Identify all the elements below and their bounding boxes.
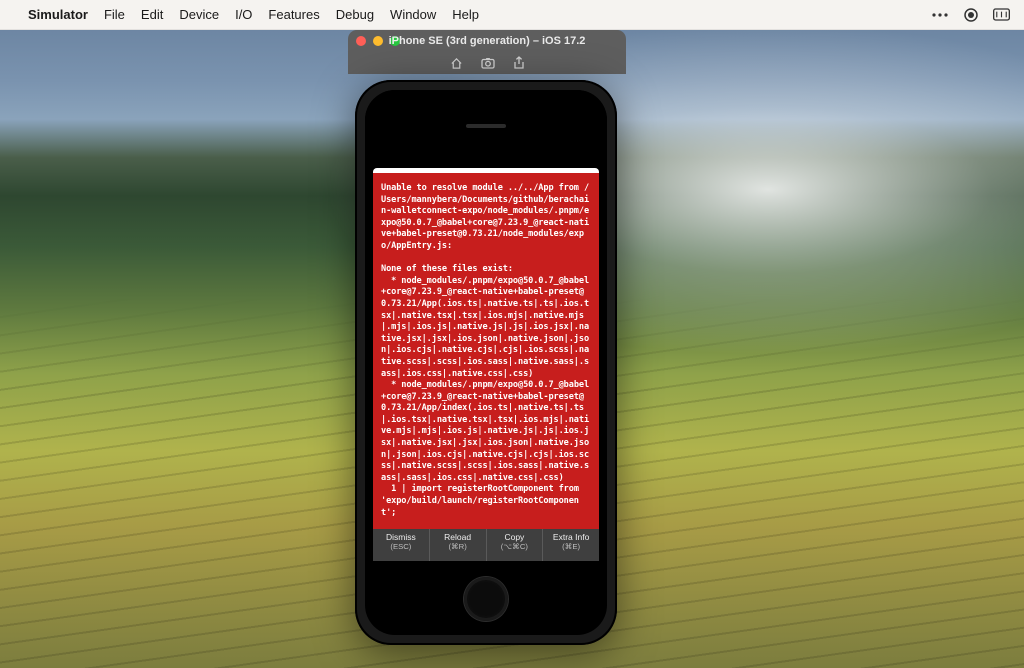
maximize-icon[interactable] xyxy=(390,36,400,46)
close-icon[interactable] xyxy=(356,36,366,46)
error-action-bar: Dismiss (ESC) Reload (⌘R) Copy (⌥⌘C) Ext… xyxy=(373,529,599,561)
screenshot-icon[interactable] xyxy=(481,57,495,69)
minimize-icon[interactable] xyxy=(373,36,383,46)
menu-help[interactable]: Help xyxy=(452,7,479,22)
record-icon[interactable] xyxy=(962,6,979,23)
menu-debug[interactable]: Debug xyxy=(336,7,374,22)
menu-bar-right xyxy=(931,6,1010,23)
menu-window[interactable]: Window xyxy=(390,7,436,22)
reload-button[interactable]: Reload (⌘R) xyxy=(430,529,487,561)
traffic-lights xyxy=(356,36,400,46)
menu-io[interactable]: I/O xyxy=(235,7,252,22)
extra-info-button[interactable]: Extra Info (⌘E) xyxy=(543,529,599,561)
action-label: Copy xyxy=(487,532,543,542)
menu-file[interactable]: File xyxy=(104,7,125,22)
action-shortcut: (⌘R) xyxy=(430,542,486,551)
device-top-bezel xyxy=(365,90,607,168)
action-shortcut: (ESC) xyxy=(373,542,429,551)
device-screen: Unable to resolve module ../../App from … xyxy=(365,90,607,635)
dismiss-button[interactable]: Dismiss (ESC) xyxy=(373,529,430,561)
macos-menu-bar: Simulator File Edit Device I/O Features … xyxy=(0,0,1024,30)
action-shortcut: (⌘E) xyxy=(543,542,599,551)
home-icon[interactable] xyxy=(450,57,463,70)
menu-features[interactable]: Features xyxy=(268,7,319,22)
simulator-toolbar xyxy=(348,52,626,74)
overflow-icon[interactable] xyxy=(931,6,948,23)
react-native-error-overlay[interactable]: Unable to resolve module ../../App from … xyxy=(373,173,599,529)
action-label: Extra Info xyxy=(543,532,599,542)
simulator-window: iPhone SE (3rd generation) – iOS 17.2 xyxy=(348,30,626,74)
action-label: Dismiss xyxy=(373,532,429,542)
simulator-titlebar[interactable]: iPhone SE (3rd generation) – iOS 17.2 xyxy=(348,30,626,52)
menu-edit[interactable]: Edit xyxy=(141,7,163,22)
speaker-grille xyxy=(466,124,506,128)
iphone-device-frame: Unable to resolve module ../../App from … xyxy=(355,80,617,645)
menu-app-name[interactable]: Simulator xyxy=(28,7,88,22)
action-label: Reload xyxy=(430,532,486,542)
share-icon[interactable] xyxy=(513,56,525,70)
menu-device[interactable]: Device xyxy=(179,7,219,22)
copy-button[interactable]: Copy (⌥⌘C) xyxy=(487,529,544,561)
keyboard-icon[interactable] xyxy=(993,6,1010,23)
action-shortcut: (⌥⌘C) xyxy=(487,542,543,551)
home-button[interactable] xyxy=(464,577,508,621)
